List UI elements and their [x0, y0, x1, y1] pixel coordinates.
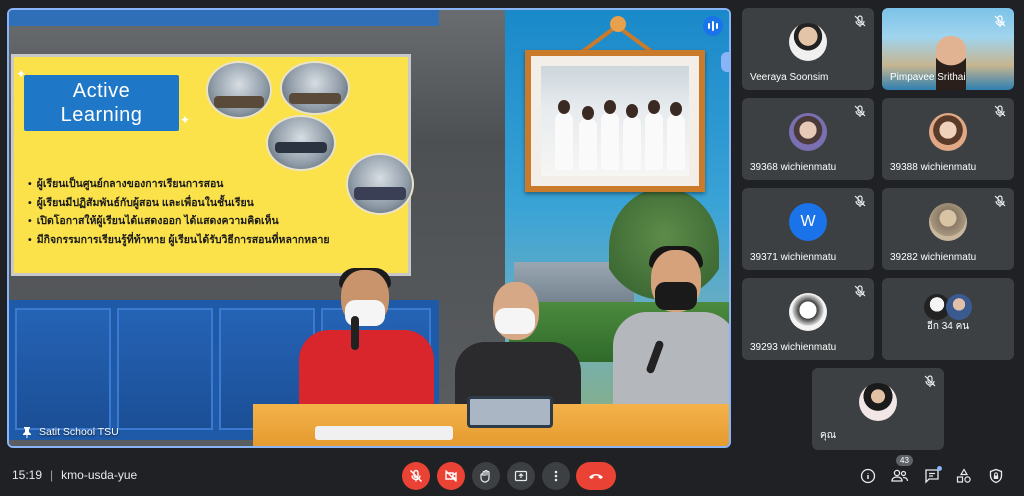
camera-toggle-button[interactable] [437, 462, 465, 490]
frame-hook [610, 16, 626, 32]
leave-call-button[interactable] [576, 462, 616, 490]
slide-bullet-list: ผู้เรียนเป็นศูนย์กลางของการเรียนการสอน ผ… [28, 175, 330, 249]
classroom-photo-1 [206, 61, 272, 119]
mic-off-icon [410, 469, 422, 482]
raise-hand-button[interactable] [472, 462, 500, 490]
hand-icon [480, 469, 490, 483]
meeting-control-bar: 15:19 | kmo-usda-yue 43 [0, 455, 1024, 496]
keyboard [315, 426, 453, 440]
slide-title-line2: Learning [60, 104, 143, 126]
presenter-red-shirt [299, 268, 439, 420]
present-icon [514, 470, 528, 482]
participant-name: 39388 wichienmatu [890, 162, 977, 173]
mic-off-icon [854, 15, 866, 27]
pin-icon [23, 427, 31, 438]
group-avatar-2 [946, 294, 972, 320]
hang-up-icon [589, 474, 603, 479]
info-icon [860, 468, 876, 484]
meeting-details: 15:19 | kmo-usda-yue [12, 468, 137, 482]
user-photo-icon [929, 203, 967, 242]
classroom-photo-3 [266, 115, 336, 171]
slide-bullet: ผู้เรียนเป็นศูนย์กลางของการเรียนการสอน [28, 175, 330, 194]
participant-tile[interactable]: 39368 wichienmatu [742, 98, 874, 180]
participant-name: 39293 wichienmatu [750, 342, 837, 353]
mic-off-icon [854, 195, 866, 207]
more-vert-icon [554, 470, 558, 482]
meeting-code[interactable]: kmo-usda-yue [61, 468, 137, 482]
participant-video-tile[interactable]: Pimpavee Srithai [882, 8, 1014, 90]
presenter-gray-shirt [613, 246, 729, 416]
mic-off-icon [854, 285, 866, 297]
participant-name: 39282 wichienmatu [890, 252, 977, 263]
people-icon [891, 469, 909, 482]
classroom-photo-2 [280, 61, 350, 115]
people-button[interactable]: 43 [888, 455, 913, 488]
participant-tile[interactable]: 39282 wichienmatu [882, 188, 1014, 270]
presenter-name: Satit School TSU [39, 426, 119, 438]
user-photo-icon [789, 113, 827, 152]
slide-bullet: ผู้เรียนมีปฏิสัมพันธ์กับผู้สอน และเพื่อน… [28, 194, 330, 213]
slide-bullet: มีกิจกรรมการเรียนรู้ที่ท้าทาย ผู้เรียนได… [28, 231, 330, 250]
microphone-icon [351, 316, 359, 350]
speaking-indicator-icon [703, 16, 723, 36]
user-photo-icon [789, 23, 827, 62]
framed-group-photo [525, 50, 705, 192]
participant-name: 39368 wichienmatu [750, 162, 837, 173]
people-count-badge: 43 [896, 455, 913, 466]
user-photo-icon [789, 293, 827, 332]
mic-off-icon [854, 105, 866, 117]
activities-button[interactable] [952, 464, 976, 488]
presenter-name-label: Satit School TSU [21, 426, 119, 438]
self-tile[interactable]: คุณ [812, 368, 944, 450]
user-photo-icon [859, 383, 897, 422]
presenter-video-tile[interactable]: Active Learning ✦ ✦ ผู้เรียนเป็นศูนย์กลา… [7, 8, 731, 448]
separator: | [50, 468, 54, 482]
shapes-icon [956, 468, 971, 483]
more-participants-tile[interactable]: อีก 34 คน [882, 278, 1014, 360]
slide-title: Active Learning [24, 75, 179, 131]
mic-off-icon [994, 15, 1006, 27]
present-screen-button[interactable] [507, 462, 535, 490]
tile-options-handle[interactable] [721, 52, 729, 72]
mic-off-icon [994, 195, 1006, 207]
sparkle-icon: ✦ [180, 113, 191, 127]
participant-tile[interactable]: Veeraya Soonsim [742, 8, 874, 90]
presentation-slide: Active Learning ✦ ✦ ผู้เรียนเป็นศูนย์กลา… [11, 54, 414, 276]
slide-bullet: เปิดโอกาสให้ผู้เรียนได้แสดงออก ได้แสดงคว… [28, 212, 330, 231]
slide-title-line1: Active [72, 80, 131, 102]
more-participants-label: อีก 34 คน [926, 321, 970, 332]
unread-dot [937, 466, 942, 471]
user-photo-icon [929, 113, 967, 152]
host-controls-button[interactable] [984, 464, 1008, 488]
participant-name: Pimpavee Srithai [890, 72, 966, 83]
participant-name: คุณ [820, 430, 836, 441]
participant-tile[interactable]: 39293 wichienmatu [742, 278, 874, 360]
shield-lock-icon [989, 468, 1003, 484]
sparkle-icon: ✦ [16, 67, 27, 81]
participant-tile[interactable]: 39388 wichienmatu [882, 98, 1014, 180]
mic-off-icon [924, 375, 936, 387]
studio-top-band [9, 10, 439, 26]
classroom-photo-4 [346, 153, 414, 215]
more-options-button[interactable] [542, 462, 570, 490]
mic-off-icon [994, 105, 1006, 117]
microphone-toggle-button[interactable] [402, 462, 430, 490]
participant-name: 39371 wichienmatu [750, 252, 837, 263]
chat-button[interactable] [920, 464, 944, 488]
tablet-device [467, 396, 553, 428]
camera-off-icon [445, 470, 457, 482]
participant-tile[interactable]: W 39371 wichienmatu [742, 188, 874, 270]
participant-name: Veeraya Soonsim [750, 72, 829, 83]
clock-time: 15:19 [12, 468, 43, 482]
meeting-info-button[interactable] [856, 464, 880, 488]
avatar-letter: W [789, 203, 827, 242]
